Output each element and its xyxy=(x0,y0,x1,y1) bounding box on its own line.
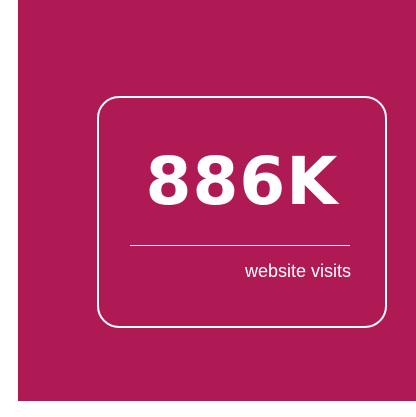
stat-value: 886K xyxy=(145,143,339,220)
stat-tile: 886K website visits xyxy=(18,0,416,401)
divider xyxy=(130,245,350,246)
stat-card: 886K website visits xyxy=(97,96,387,328)
stat-label: website visits xyxy=(244,261,351,281)
